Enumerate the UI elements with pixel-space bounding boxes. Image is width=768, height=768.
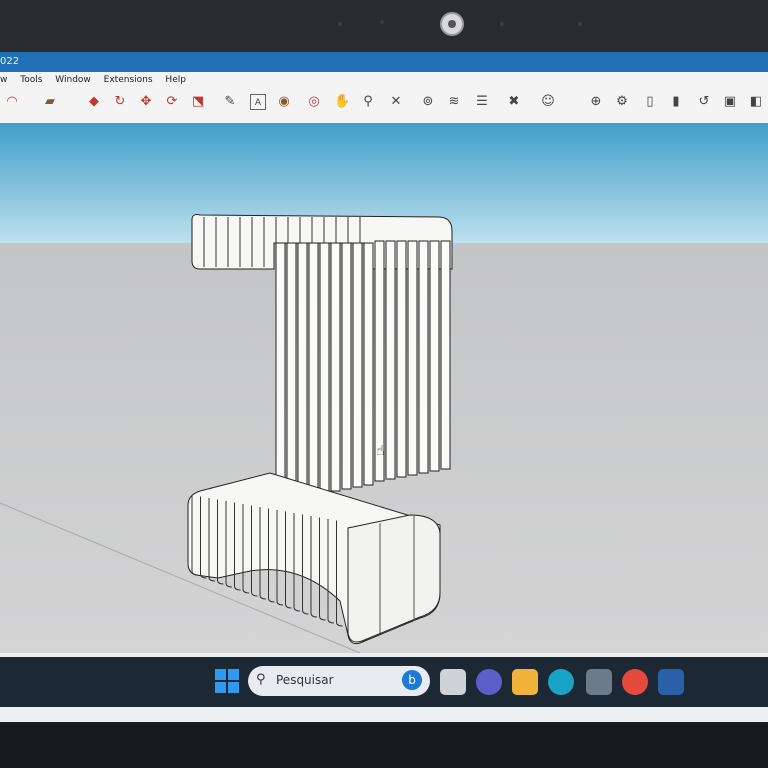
edge-icon[interactable] <box>548 669 574 695</box>
solid-tools-icon[interactable]: ✖ <box>506 94 522 110</box>
settings-icon[interactable]: ⚙ <box>614 94 630 110</box>
back-slat <box>440 240 451 470</box>
app-title: 022 <box>0 56 20 67</box>
layers-icon[interactable]: ☰ <box>474 94 490 110</box>
bezel-dot <box>578 22 582 26</box>
back-slat <box>297 242 308 498</box>
user-icon[interactable]: ☺ <box>540 94 556 110</box>
back-slat <box>330 242 341 492</box>
windows-taskbar: ⚲ Pesquisar b <box>0 657 768 707</box>
menu-item-view[interactable]: w <box>0 72 12 88</box>
zoom-icon[interactable]: ⚲ <box>360 94 376 110</box>
3d-viewport[interactable]: ☝ <box>0 123 768 653</box>
orbit-icon[interactable]: ◎ <box>306 94 322 110</box>
menu-item-extensions[interactable]: Extensions <box>99 72 158 88</box>
laptop-bezel-top <box>0 0 768 52</box>
menu-item-tools[interactable]: Tools <box>15 72 47 88</box>
text-icon[interactable]: A <box>250 94 266 110</box>
zoom-extents-icon[interactable]: ✕ <box>388 94 404 110</box>
hand-cursor-icon: ☝ <box>376 443 385 459</box>
menu-item-help[interactable]: Help <box>160 72 191 88</box>
target-icon[interactable]: ⊕ <box>588 94 604 110</box>
back-slat <box>286 242 297 500</box>
intersect-icon[interactable]: ≋ <box>446 94 462 110</box>
back-slat <box>407 240 418 476</box>
laptop-bezel-bottom <box>0 722 768 768</box>
main-toolbar: ◠ ▰ ◆ ↻ ✥ ⟳ ⬔ ✎ A ◉ ◎ ✋ ⚲ ✕ ⊚ ≋ ☰ ✖ ☺ ⊕ … <box>0 88 768 119</box>
paint-bucket-icon[interactable]: ◉ <box>276 94 292 110</box>
bezel-dot <box>338 22 342 26</box>
tape-icon[interactable]: ✎ <box>222 94 238 110</box>
door2-icon[interactable]: ▮ <box>668 94 684 110</box>
bezel-dot <box>380 20 384 24</box>
refresh-icon[interactable]: ⟳ <box>164 94 180 110</box>
cycle-icon[interactable]: ↺ <box>696 94 712 110</box>
chrome-icon[interactable] <box>622 669 648 695</box>
back-slat <box>385 240 396 480</box>
sketchup-icon[interactable] <box>658 669 684 695</box>
webcam <box>440 12 464 36</box>
search-icon: ⚲ <box>256 672 266 687</box>
chat-icon[interactable] <box>476 669 502 695</box>
menu-bar: w Tools Window Extensions Help <box>0 72 768 88</box>
back-slat <box>341 242 352 490</box>
box-icon[interactable]: ◧ <box>748 94 764 110</box>
bezel-dot <box>500 22 504 26</box>
taskbar-search-input[interactable]: ⚲ Pesquisar b <box>248 666 430 696</box>
rotate-icon[interactable]: ↻ <box>112 94 128 110</box>
component-icon[interactable]: ⊚ <box>420 94 436 110</box>
pan-icon[interactable]: ✋ <box>334 94 350 110</box>
bing-icon: b <box>402 670 422 690</box>
store-icon[interactable] <box>586 669 612 695</box>
back-slat <box>308 242 319 496</box>
back-slat <box>429 240 440 472</box>
back-slat <box>418 240 429 474</box>
back-slat <box>363 242 374 486</box>
back-slat <box>352 242 363 488</box>
model-canvas: ☝ <box>0 123 768 653</box>
back-slat <box>319 242 330 494</box>
back-slat <box>396 240 407 478</box>
scale-icon[interactable]: ⬔ <box>190 94 206 110</box>
paint-icon[interactable]: ▰ <box>42 94 58 110</box>
file-explorer-icon[interactable] <box>512 669 538 695</box>
menu-item-window[interactable]: Window <box>50 72 96 88</box>
search-placeholder: Pesquisar <box>276 673 334 687</box>
back-slat <box>275 242 286 502</box>
save-icon[interactable]: ▣ <box>722 94 738 110</box>
app-titlebar: 022 <box>0 52 768 72</box>
windows-start-icon[interactable] <box>214 668 240 694</box>
door-icon[interactable]: ▯ <box>642 94 658 110</box>
task-view-icon[interactable] <box>440 669 466 695</box>
move-icon[interactable]: ✥ <box>138 94 154 110</box>
push-pull-icon[interactable]: ◆ <box>86 94 102 110</box>
arc-icon[interactable]: ◠ <box>4 94 20 110</box>
